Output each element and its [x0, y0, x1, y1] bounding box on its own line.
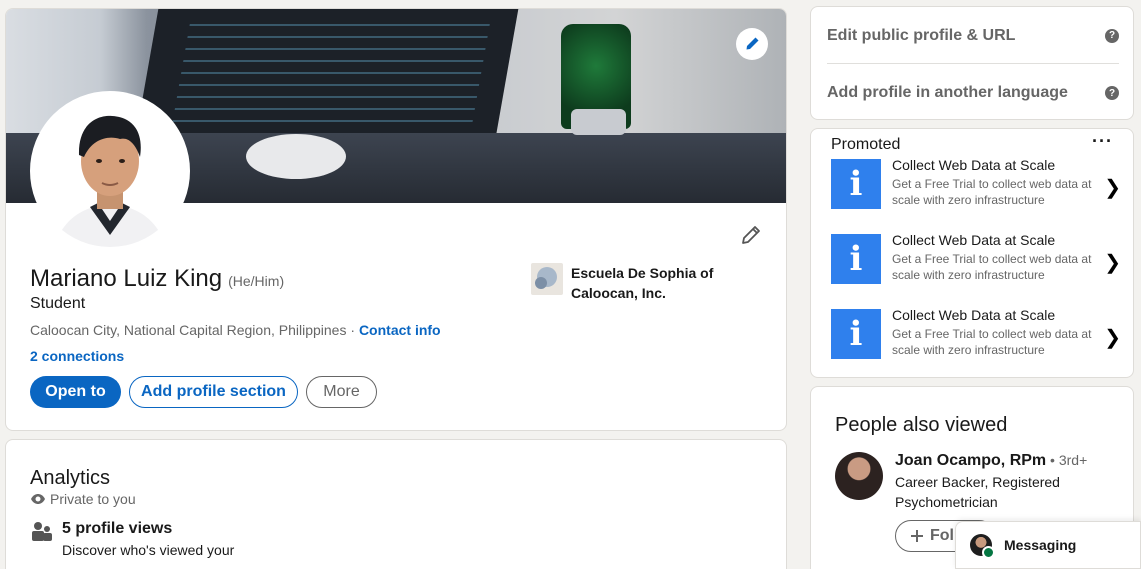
- more-button[interactable]: More: [306, 376, 377, 408]
- promoted-ad[interactable]: i Collect Web Data at Scale Get a Free T…: [831, 230, 1121, 290]
- promoted-ad[interactable]: i Collect Web Data at Scale Get a Free T…: [831, 155, 1121, 215]
- ad-title: Collect Web Data at Scale: [892, 157, 1056, 173]
- add-language-profile-link[interactable]: Add profile in another language ?: [827, 65, 1119, 119]
- info-icon: i: [831, 159, 881, 209]
- profile-views-text: 5 profile views Discover who's viewed yo…: [62, 520, 234, 558]
- person-info: Joan Ocampo, RPm • 3rd+ Career Backer, R…: [895, 452, 1087, 512]
- location-separator: ·: [346, 322, 359, 338]
- promoted-label: Promoted: [831, 136, 901, 153]
- people-icon: [32, 522, 52, 541]
- chevron-right-icon: ❯: [1104, 177, 1121, 199]
- school-name: Escuela De Sophia of Caloocan, Inc.: [571, 265, 714, 301]
- profile-settings-card: Edit public profile & URL ? Add profile …: [810, 6, 1134, 120]
- connections-link[interactable]: 2 connections: [30, 348, 124, 364]
- education-link[interactable]: Escuela De Sophia of Caloocan, Inc.: [531, 263, 751, 303]
- banner-cup: [246, 134, 346, 179]
- profile-card: Mariano Luiz King (He/Him) Student Caloo…: [5, 8, 787, 431]
- profile-location: Caloocan City, National Capital Region, …: [30, 322, 347, 338]
- promoted-ad[interactable]: i Collect Web Data at Scale Get a Free T…: [831, 305, 1121, 365]
- help-circle-icon[interactable]: ?: [1105, 28, 1119, 43]
- eye-icon: [31, 494, 45, 504]
- analytics-private: Private to you: [30, 491, 136, 507]
- chevron-right-icon: ❯: [1104, 327, 1121, 349]
- profile-headline: Student: [30, 295, 86, 312]
- plus-icon: [911, 530, 923, 542]
- promoted-card: Promoted ··· i Collect Web Data at Scale…: [810, 128, 1134, 378]
- pencil-icon: [742, 226, 760, 244]
- add-profile-section-button[interactable]: Add profile section: [129, 376, 298, 408]
- analytics-private-label: Private to you: [50, 491, 136, 507]
- profile-pronouns: (He/Him): [228, 273, 285, 289]
- profile-photo: [34, 95, 186, 247]
- name-row: Mariano Luiz King (He/Him): [30, 265, 284, 293]
- analytics-card: Analytics Private to you 5 profile views…: [5, 439, 787, 569]
- person-headline: Career Backer, Registered Psychometricia…: [895, 474, 1060, 510]
- ad-title: Collect Web Data at Scale: [892, 307, 1056, 323]
- messaging-bar[interactable]: Messaging: [955, 521, 1141, 569]
- edit-banner-button[interactable]: [736, 28, 768, 60]
- person-item[interactable]: Joan Ocampo, RPm • 3rd+ Career Backer, R…: [835, 452, 1087, 512]
- people-also-viewed-title: People also viewed: [835, 414, 1008, 436]
- profile-name: Mariano Luiz King: [30, 265, 223, 292]
- ad-description: Get a Free Trial to collect web data at …: [892, 252, 1092, 282]
- profile-views-desc: Discover who's viewed your: [62, 542, 235, 558]
- info-icon: i: [831, 234, 881, 284]
- messaging-avatar: [970, 534, 995, 559]
- open-to-button[interactable]: Open to: [30, 376, 121, 408]
- ad-description: Get a Free Trial to collect web data at …: [892, 177, 1092, 207]
- pencil-icon: [746, 37, 759, 50]
- profile-views-item[interactable]: 5 profile views Discover who's viewed yo…: [30, 520, 234, 558]
- edit-intro-button[interactable]: [739, 223, 763, 247]
- person-avatar[interactable]: [835, 452, 883, 500]
- edit-public-profile-link[interactable]: Edit public profile & URL ?: [827, 8, 1119, 64]
- profile-avatar[interactable]: [30, 91, 190, 251]
- help-circle-icon[interactable]: ?: [1105, 86, 1119, 100]
- person-name[interactable]: Joan Ocampo, RPm: [895, 452, 1046, 469]
- person-name-row: Joan Ocampo, RPm • 3rd+: [895, 452, 1087, 470]
- chevron-right-icon: ❯: [1104, 252, 1121, 274]
- banner-plant-base: [571, 109, 626, 135]
- ad-title: Collect Web Data at Scale: [892, 232, 1056, 248]
- profile-views-title: 5 profile views: [62, 520, 173, 537]
- analytics-title: Analytics: [30, 467, 111, 489]
- banner-code: [171, 19, 491, 129]
- contact-info-link[interactable]: Contact info: [359, 322, 441, 338]
- info-icon: i: [831, 309, 881, 359]
- edit-public-profile-label: Edit public profile & URL: [827, 26, 1016, 44]
- add-language-profile-label: Add profile in another language: [827, 84, 1068, 101]
- person-degree: • 3rd+: [1046, 452, 1088, 468]
- ad-description: Get a Free Trial to collect web data at …: [892, 327, 1092, 357]
- more-options-icon[interactable]: ···: [1092, 131, 1113, 152]
- messaging-label: Messaging: [1004, 537, 1077, 553]
- school-logo: [531, 263, 563, 295]
- location-row: Caloocan City, National Capital Region, …: [30, 322, 441, 338]
